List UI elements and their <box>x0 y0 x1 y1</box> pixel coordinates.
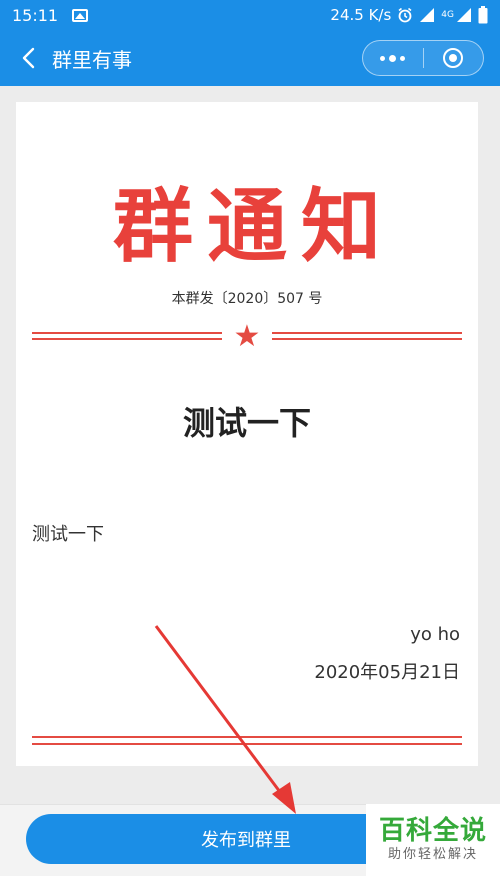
status-bar: 15:11 24.5 K/s 4G <box>0 0 500 30</box>
more-dots-icon <box>380 54 406 62</box>
notice-document: 群通知 本群发〔2020〕507 号 ★ 测试一下 测试一下 yo ho 202… <box>16 102 478 766</box>
battery-icon <box>478 6 488 24</box>
notice-title: 测试一下 <box>182 404 311 442</box>
image-icon <box>72 8 89 22</box>
more-button[interactable] <box>363 41 423 75</box>
back-icon[interactable] <box>8 30 48 86</box>
target-icon <box>443 48 464 68</box>
signal-icon-2 <box>457 8 471 22</box>
alarm-icon <box>398 7 412 23</box>
red-bottom-divider <box>32 736 462 748</box>
notice-signature: yo ho <box>410 624 460 645</box>
red-divider: ★ <box>32 319 462 354</box>
miniprogram-capsule <box>362 40 484 76</box>
network-speed: 24.5 K/s <box>330 6 392 24</box>
notice-number: 本群发〔2020〕507 号 <box>171 291 323 307</box>
notice-headline: 群通知 <box>113 179 395 273</box>
watermark-sub: 助你轻松解决 <box>387 847 478 862</box>
notice-body: 测试一下 <box>32 524 104 545</box>
watermark-logo: 百科全说 助你轻松解决 <box>366 804 500 876</box>
network-type-label: 4G <box>441 10 454 20</box>
notice-date: 2020年05月21日 <box>314 662 460 683</box>
app-screen: 15:11 24.5 K/s 4G 群里有事 群通知 本群发〔2020〕507 … <box>0 0 500 876</box>
signal-icon <box>420 8 435 22</box>
page-title: 群里有事 <box>52 47 132 72</box>
nav-bar: 群里有事 <box>0 30 500 86</box>
close-miniprogram-button[interactable] <box>423 41 483 75</box>
star-icon: ★ <box>233 319 261 354</box>
status-time: 15:11 <box>12 5 59 25</box>
watermark-main: 百科全说 <box>378 816 487 846</box>
